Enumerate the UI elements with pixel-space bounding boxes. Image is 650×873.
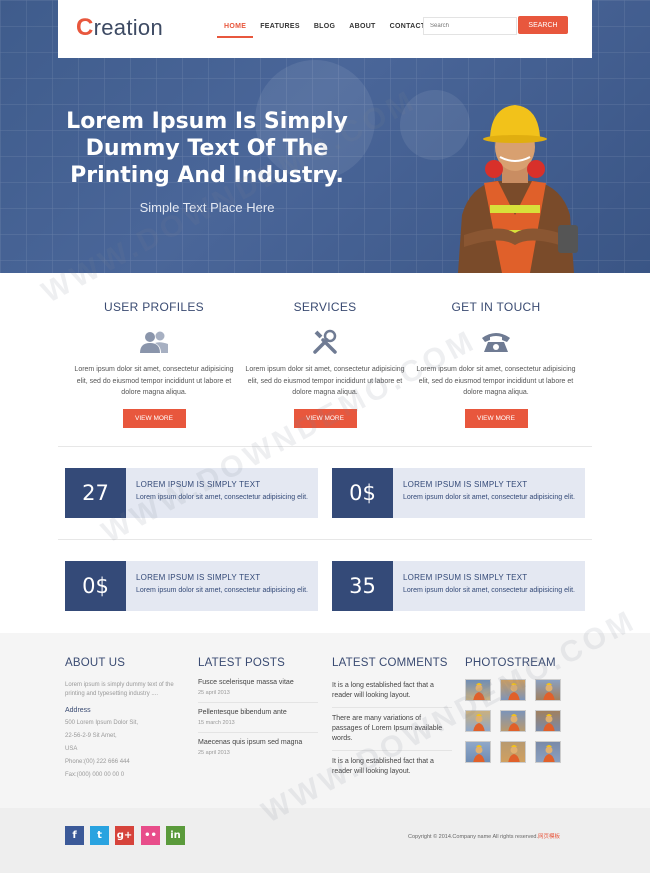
stat-box: 0$ LOREM IPSUM IS SIMPLY TEXT Lorem ipsu… [65, 561, 318, 611]
construction-worker-image [458, 105, 578, 273]
post-item[interactable]: Fusce scelerisque massa vitae 25 april 2… [198, 679, 318, 703]
feature-text: Lorem ipsum dolor sit amet, consectetur … [416, 366, 576, 396]
tools-icon [240, 328, 410, 356]
stat-number: 0$ [65, 561, 126, 611]
search-button[interactable]: SEARCH [518, 16, 568, 34]
feature-title: GET IN TOUCH [451, 300, 541, 314]
main-nav: HOME FEATURES BLOG ABOUT CONTACT [217, 22, 432, 38]
stat-box: 0$ LOREM IPSUM IS SIMPLY TEXT Lorem ipsu… [332, 468, 585, 518]
hero-subtitle: Simple Text Place Here [139, 200, 275, 215]
view-more-button[interactable]: VIEW MORE [122, 408, 186, 428]
photostream-thumbnail[interactable] [465, 741, 491, 763]
post-date: 25 april 2013 [198, 750, 230, 756]
post-item[interactable]: Pellentesque bibendum ante 15 march 2013 [198, 709, 318, 733]
fax-line: Fax:(000) 000 00 00 0 [65, 772, 125, 778]
section-divider [58, 539, 592, 540]
phone-icon [411, 328, 581, 356]
nav-home[interactable]: HOME [217, 22, 254, 38]
stat-box: 35 LOREM IPSUM IS SIMPLY TEXT Lorem ipsu… [332, 561, 585, 611]
top-navigation-bar: Creation HOME FEATURES BLOG ABOUT CONTAC… [58, 0, 592, 58]
stat-number: 35 [332, 561, 393, 611]
hero-headline: Lorem Ipsum Is Simply Dummy Text Of The … [66, 109, 348, 188]
photostream-thumbnail[interactable] [500, 710, 526, 732]
brand-logo[interactable]: Creation [76, 14, 163, 42]
post-item[interactable]: Maecenas quis ipsum sed magna 25 april 2… [198, 739, 318, 762]
photostream-thumbnail[interactable] [535, 741, 561, 763]
latest-posts-column: LATEST POSTS Fusce scelerisque massa vit… [198, 657, 323, 762]
comment-item[interactable]: There are many variations of passages of… [332, 714, 452, 751]
stat-text: Lorem ipsum dolor sit amet, consectetur … [136, 587, 308, 594]
photostream-thumbnail[interactable] [535, 679, 561, 701]
linkedin-icon[interactable]: in [166, 826, 185, 845]
feature-title: USER PROFILES [104, 300, 204, 314]
view-more-button[interactable]: VIEW MORE [293, 408, 357, 428]
photostream-thumbnail[interactable] [465, 679, 491, 701]
comment-item[interactable]: It is a long established fact that a rea… [332, 757, 452, 783]
feature-user-profiles: USER PROFILES Lorem ipsum dolor sit amet… [69, 300, 239, 428]
post-title: Maecenas quis ipsum sed magna [198, 739, 303, 746]
stat-title: LOREM IPSUM IS SIMPLY TEXT [403, 573, 528, 582]
photostream-thumbnail[interactable] [500, 679, 526, 701]
post-title: Fusce scelerisque massa vitae [198, 679, 294, 686]
address-label: Address [65, 707, 91, 714]
post-date: 25 april 2013 [198, 690, 230, 696]
copyright-text: Copyright © 2014.Company name All rights… [408, 834, 561, 840]
flickr-icon[interactable]: •• [141, 826, 160, 845]
feature-title: SERVICES [293, 300, 357, 314]
about-text: Lorem ipsum is simply dummy text of the … [65, 682, 174, 697]
nav-features[interactable]: FEATURES [253, 22, 307, 38]
about-us-column: ABOUT US Lorem ipsum is simply dummy tex… [65, 657, 185, 780]
stat-number: 27 [65, 468, 126, 518]
photostream-thumbnail[interactable] [500, 741, 526, 763]
feature-services: SERVICES Lorem ipsum dolor sit amet, con… [240, 300, 410, 428]
facebook-icon[interactable]: f [65, 826, 84, 845]
nav-about[interactable]: ABOUT [342, 22, 382, 38]
feature-text: Lorem ipsum dolor sit amet, consectetur … [245, 366, 405, 396]
address-line: 500 Lorem Ipsum Dolor Sit, [65, 720, 139, 726]
users-icon [69, 328, 239, 356]
twitter-icon[interactable]: t [90, 826, 109, 845]
nav-blog[interactable]: BLOG [307, 22, 342, 38]
googleplus-icon[interactable]: g+ [115, 826, 134, 845]
column-title: ABOUT US [65, 657, 126, 669]
photostream-thumbnail[interactable] [465, 710, 491, 732]
comment-item[interactable]: It is a long established fact that a rea… [332, 681, 452, 708]
stat-text: Lorem ipsum dolor sit amet, consectetur … [403, 494, 575, 501]
photostream-thumbnail[interactable] [535, 710, 561, 732]
feature-text: Lorem ipsum dolor sit amet, consectetur … [74, 366, 234, 396]
view-more-button[interactable]: VIEW MORE [464, 408, 528, 428]
column-title: PHOTOSTREAM [465, 657, 556, 669]
address-line: 22-56-2-9 Sit Amet, [65, 733, 117, 739]
template-link[interactable]: 网页模板 [538, 834, 560, 840]
column-title: LATEST POSTS [198, 657, 285, 669]
stat-text: Lorem ipsum dolor sit amet, consectetur … [403, 587, 575, 594]
stat-title: LOREM IPSUM IS SIMPLY TEXT [136, 480, 261, 489]
feature-get-in-touch: GET IN TOUCH Lorem ipsum dolor sit amet,… [411, 300, 581, 428]
post-date: 15 march 2013 [198, 720, 235, 726]
section-divider [58, 446, 592, 447]
stat-number: 0$ [332, 468, 393, 518]
photostream-grid [465, 679, 585, 763]
stat-title: LOREM IPSUM IS SIMPLY TEXT [136, 573, 261, 582]
post-title: Pellentesque bibendum ante [198, 709, 287, 716]
stat-title: LOREM IPSUM IS SIMPLY TEXT [403, 480, 528, 489]
address-line: USA [65, 746, 78, 752]
stat-box: 27 LOREM IPSUM IS SIMPLY TEXT Lorem ipsu… [65, 468, 318, 518]
latest-comments-column: LATEST COMMENTS It is a long established… [332, 657, 462, 789]
phone-line: Phone:(00) 222 666 444 [65, 759, 130, 765]
stat-text: Lorem ipsum dolor sit amet, consectetur … [136, 494, 308, 501]
photostream-column: PHOTOSTREAM [465, 657, 585, 763]
search-input[interactable] [423, 17, 517, 35]
column-title: LATEST COMMENTS [332, 657, 448, 669]
